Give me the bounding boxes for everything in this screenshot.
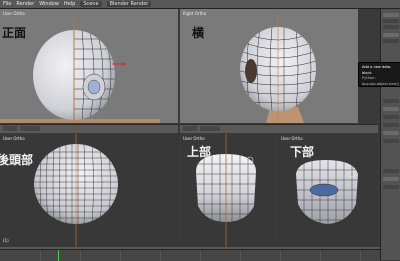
viewport-side[interactable]: Right Ortho 横 [180,9,358,123]
current-frame-marker[interactable] [58,250,59,261]
timeline-bar[interactable] [0,249,380,261]
viewport-top[interactable]: User Ortho 上部 [180,134,276,247]
scene-selector[interactable]: Scene [80,1,102,7]
viewport-header-front[interactable] [0,124,178,133]
menu-help[interactable]: Help [64,1,75,7]
head-mesh-side [240,15,316,123]
render-engine-selector[interactable]: Blender Render [106,1,152,7]
head-mesh-top [196,134,256,247]
viewport-header-side[interactable] [180,124,378,133]
menu-file[interactable]: File [3,1,11,7]
menu-window[interactable]: Window [39,1,59,7]
viewport-bottom[interactable]: User Ortho 下部 [278,134,378,247]
tooltip-detail: Python: bpy.ops.object.new() [362,76,400,86]
tooltip: Add a new data-block Python: bpy.ops.obj… [358,62,400,87]
viewport-front[interactable]: User Ortho 正面 [0,9,178,123]
menu-render[interactable]: Render [16,1,34,7]
head-mesh-back [34,134,118,247]
top-menu-bar: File Render Window Help Scene Blender Re… [0,0,400,9]
tooltip-title: Add a new data-block [362,65,392,75]
viewport-object-name: (1) [3,238,9,243]
properties-panel[interactable] [380,9,400,260]
viewport-back[interactable]: User Ortho 後頭部 (1) [0,134,178,247]
head-mesh-bottom [296,160,358,224]
head-mesh-front [0,19,160,123]
